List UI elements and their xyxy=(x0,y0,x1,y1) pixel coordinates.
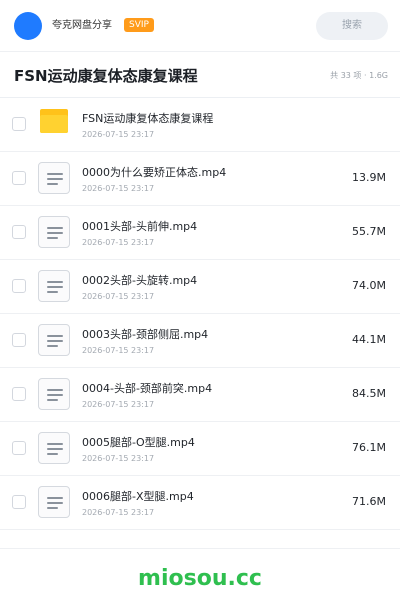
list-item[interactable]: 0001头部-头前伸.mp4 2026-07-15 23:17 55.7M xyxy=(0,206,400,260)
list-item[interactable]: 0006腿部-X型腿.mp4 2026-07-15 23:17 71.6M xyxy=(0,476,400,530)
select-checkbox[interactable] xyxy=(12,117,26,131)
select-checkbox[interactable] xyxy=(12,441,26,455)
file-size: 74.0M xyxy=(352,279,386,292)
document-icon xyxy=(38,162,70,194)
select-checkbox[interactable] xyxy=(12,279,26,293)
file-name: 0000为什么要矫正体态.mp4 xyxy=(82,166,227,179)
file-name: 0004-头部-颈部前突.mp4 xyxy=(82,382,213,395)
document-icon xyxy=(38,270,70,302)
file-name: 0001头部-头前伸.mp4 xyxy=(82,220,198,233)
select-checkbox[interactable] xyxy=(12,225,26,239)
select-checkbox[interactable] xyxy=(12,333,26,347)
file-name: FSN运动康复体态康复课程 xyxy=(82,112,214,125)
file-date: 2026-07-15 23:17 xyxy=(82,184,155,193)
file-size: 55.7M xyxy=(352,225,386,238)
file-date: 2026-07-15 23:17 xyxy=(82,508,155,517)
list-item[interactable]: 0004-头部-颈部前突.mp4 2026-07-15 23:17 84.5M xyxy=(0,368,400,422)
folder-icon xyxy=(40,109,68,133)
document-icon xyxy=(38,432,70,464)
select-checkbox[interactable] xyxy=(12,495,26,509)
list-item[interactable]: 0003头部-颈部侧屈.mp4 2026-07-15 23:17 44.1M xyxy=(0,314,400,368)
list-item[interactable]: FSN运动康复体态康复课程 2026-07-15 23:17 xyxy=(0,98,400,152)
file-date: 2026-07-15 23:17 xyxy=(82,400,155,409)
document-icon xyxy=(38,486,70,518)
select-checkbox[interactable] xyxy=(12,171,26,185)
file-size: 76.1M xyxy=(352,441,386,454)
folder-header: FSN运动康复体态康复课程 共 33 项 · 1.6G xyxy=(0,52,400,98)
share-owner-name: 夸克网盘分享 xyxy=(52,20,112,31)
file-date: 2026-07-15 23:17 xyxy=(82,238,155,247)
list-item[interactable]: 0000为什么要矫正体态.mp4 2026-07-15 23:17 13.9M xyxy=(0,152,400,206)
file-name: 0002头部-头旋转.mp4 xyxy=(82,274,198,287)
top-bar: 夸克网盘分享 SVIP 搜索 xyxy=(0,0,400,52)
document-icon xyxy=(38,378,70,410)
svip-badge: SVIP xyxy=(124,18,154,32)
file-name: 0003头部-颈部侧屈.mp4 xyxy=(82,328,209,341)
list-item[interactable]: 0005腿部-O型腿.mp4 2026-07-15 23:17 76.1M xyxy=(0,422,400,476)
file-size: 84.5M xyxy=(352,387,386,400)
avatar[interactable] xyxy=(14,12,42,40)
file-size: 44.1M xyxy=(352,333,386,346)
file-date: 2026-07-15 23:17 xyxy=(82,454,155,463)
folder-summary: 共 33 项 · 1.6G xyxy=(330,71,388,80)
file-date: 2026-07-15 23:17 xyxy=(82,292,155,301)
page-title: FSN运动康复体态康复课程 xyxy=(14,67,198,85)
search-button[interactable]: 搜索 xyxy=(316,12,388,40)
file-date: 2026-07-15 23:17 xyxy=(82,130,155,139)
site-watermark: miosou.cc xyxy=(138,566,262,591)
file-date: 2026-07-15 23:17 xyxy=(82,346,155,355)
file-name: 0006腿部-X型腿.mp4 xyxy=(82,490,194,503)
file-list: FSN运动康复体态康复课程 2026-07-15 23:17 0000为什么要矫正体… xyxy=(0,98,400,530)
file-name: 0005腿部-O型腿.mp4 xyxy=(82,436,195,449)
file-size: 71.6M xyxy=(352,495,386,508)
document-icon xyxy=(38,324,70,356)
file-size: 13.9M xyxy=(352,171,386,184)
list-item[interactable]: 0002头部-头旋转.mp4 2026-07-15 23:17 74.0M xyxy=(0,260,400,314)
footer: miosou.cc xyxy=(0,548,400,600)
document-icon xyxy=(38,216,70,248)
select-checkbox[interactable] xyxy=(12,387,26,401)
